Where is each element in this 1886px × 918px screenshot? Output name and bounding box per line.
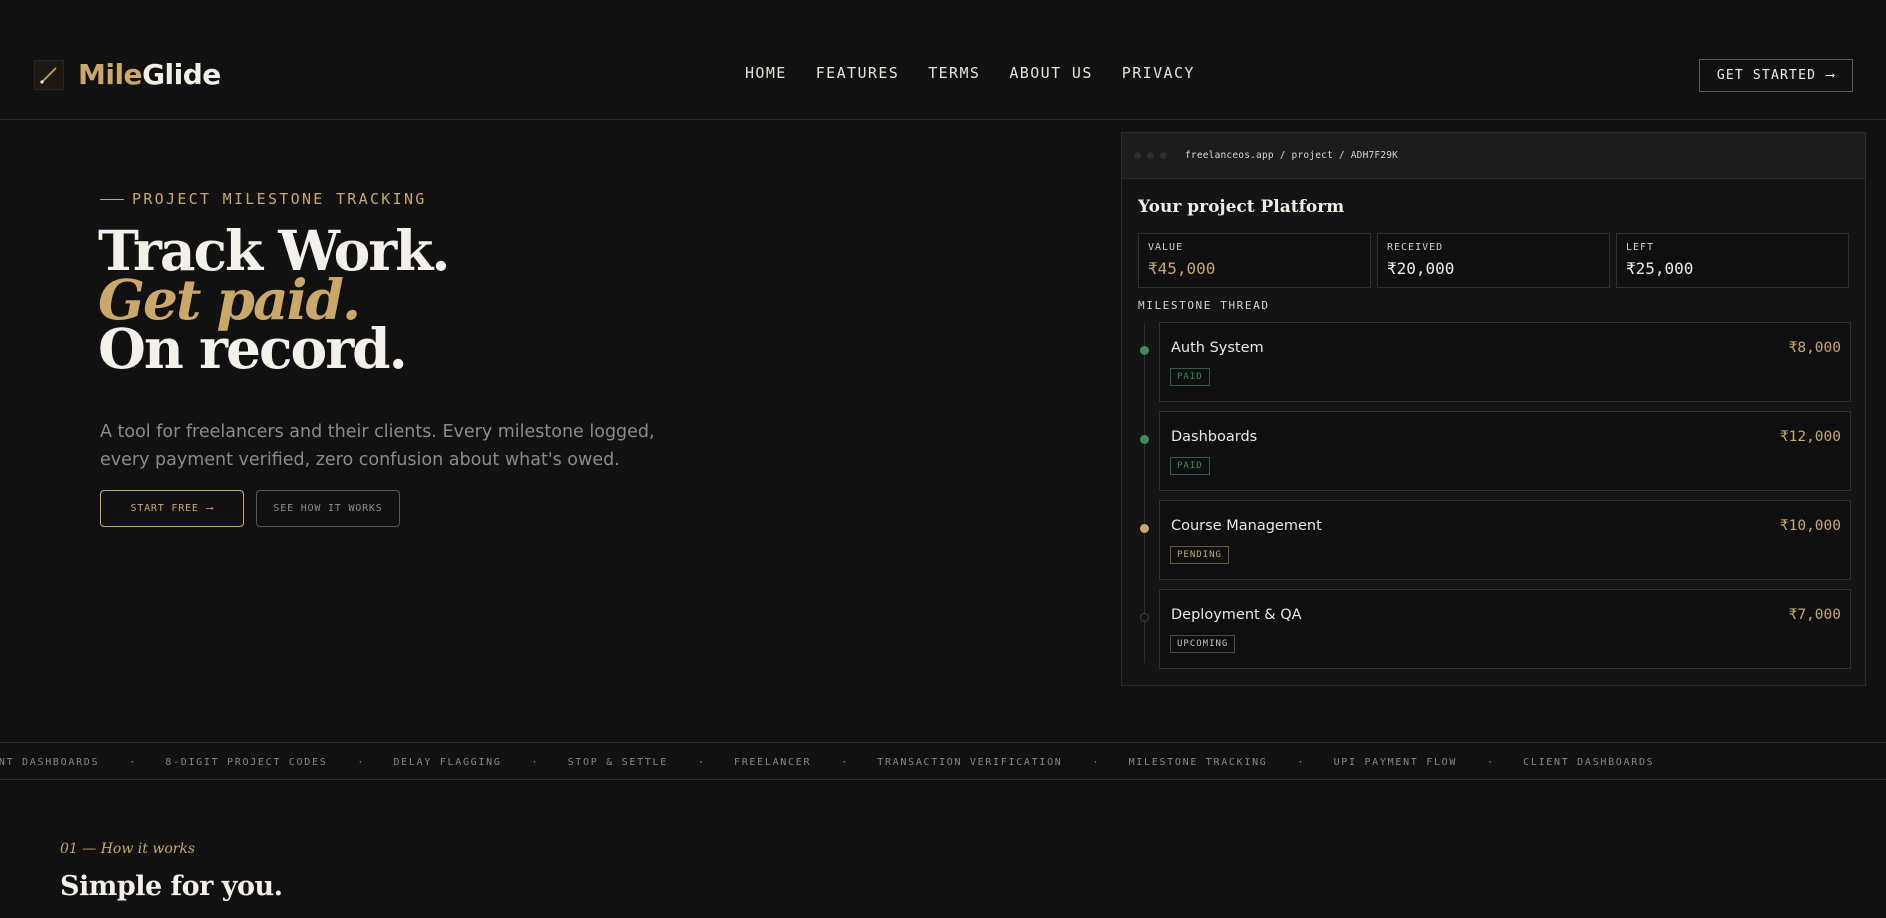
milestone-title: Dashboards — [1171, 429, 1258, 445]
section-eyebrow: 01 — How it works — [60, 841, 196, 857]
ticker-item: STOP & SETTLE — [567, 756, 668, 768]
app-preview: freelanceos.app / project / ADH7F29K You… — [1121, 132, 1866, 686]
milestone-item[interactable]: Dashboards ₹12,000 PAID — [1159, 411, 1851, 491]
stat-value: VALUE ₹45,000 — [1138, 233, 1371, 288]
preview-title: Your project Platform — [1138, 197, 1345, 217]
stat-received: RECEIVED ₹20,000 — [1377, 233, 1610, 288]
brand-glide: Glide — [142, 58, 221, 91]
ticker-track: CLIENT DASHBOARDS · 8-DIGIT PROJECT CODE… — [0, 743, 1655, 779]
site-header: MileGlide HOME FEATURES TERMS ABOUT US P… — [0, 0, 1886, 120]
ticker-separator: · — [531, 756, 538, 768]
timeline-line — [1144, 323, 1145, 663]
milestone-thread-label: MILESTONE THREAD — [1138, 299, 1270, 312]
milestone-title: Deployment & QA — [1171, 607, 1302, 623]
status-dot-icon — [1140, 346, 1149, 355]
ticker-item: CLIENT DASHBOARDS — [0, 756, 100, 768]
ticker-item: DELAY FLAGGING — [393, 756, 502, 768]
get-started-button[interactable]: GET STARTED ⟶ — [1699, 59, 1853, 92]
nav-home[interactable]: HOME — [745, 64, 787, 82]
nav-about-us[interactable]: ABOUT US — [1009, 64, 1092, 82]
nav-terms[interactable]: TERMS — [928, 64, 980, 82]
ticker-separator: · — [841, 756, 848, 768]
stat-left: LEFT ₹25,000 — [1616, 233, 1849, 288]
ticker-item: TRANSACTION VERIFICATION — [877, 756, 1063, 768]
nav-privacy[interactable]: PRIVACY — [1122, 64, 1195, 82]
status-badge: UPCOMING — [1170, 635, 1236, 653]
ticker-separator: · — [357, 756, 364, 768]
arrow-right-icon: ⟶ — [206, 503, 214, 514]
headline-line-3: On record. — [98, 316, 408, 381]
milestone-item[interactable]: Auth System ₹8,000 PAID — [1159, 322, 1851, 402]
ticker-item: FREELANCER — [733, 756, 812, 768]
stat-label: LEFT — [1626, 242, 1655, 253]
brand-mile: Mile — [78, 58, 143, 91]
milestone-amount: ₹12,000 — [1779, 429, 1841, 445]
arrow-right-icon: ⟶ — [1826, 68, 1836, 83]
get-started-label: GET STARTED — [1716, 68, 1817, 83]
ticker-item: UPI PAYMENT FLOW — [1333, 756, 1458, 768]
milestone-title: Auth System — [1171, 340, 1264, 356]
section-title: Simple for you. — [60, 871, 283, 902]
start-free-label: START FREE — [130, 503, 199, 514]
milestone-amount: ₹8,000 — [1788, 340, 1841, 356]
ticker-separator: · — [1487, 756, 1494, 768]
ticker-separator: · — [129, 756, 136, 768]
stats-row: VALUE ₹45,000 RECEIVED ₹20,000 LEFT ₹25,… — [1138, 233, 1849, 288]
nav-features[interactable]: FEATURES — [816, 64, 899, 82]
ticker-separator: · — [1297, 756, 1304, 768]
status-badge: PENDING — [1170, 546, 1229, 564]
hero-eyebrow-text: PROJECT MILESTONE TRACKING — [132, 190, 427, 208]
hero-eyebrow: PROJECT MILESTONE TRACKING — [100, 190, 427, 208]
stat-amount: ₹45,000 — [1148, 259, 1216, 278]
feature-ticker: CLIENT DASHBOARDS · 8-DIGIT PROJECT CODE… — [0, 742, 1886, 780]
status-dot-icon — [1140, 524, 1149, 533]
ticker-item: MILESTONE TRACKING — [1128, 756, 1268, 768]
stat-label: RECEIVED — [1387, 242, 1444, 253]
milestone-amount: ₹7,000 — [1788, 607, 1841, 623]
milestone-amount: ₹10,000 — [1779, 518, 1841, 534]
window-dot-icon — [1134, 152, 1141, 159]
start-free-button[interactable]: START FREE ⟶ — [100, 490, 244, 527]
stat-label: VALUE — [1148, 242, 1184, 253]
brand-name: MileGlide — [78, 58, 221, 91]
pen-icon — [34, 59, 64, 90]
hero-headline: Track Work. Get paid. On record. — [98, 223, 450, 381]
main-nav: HOME FEATURES TERMS ABOUT US PRIVACY — [745, 64, 1195, 82]
status-dot-icon — [1140, 435, 1149, 444]
milestone-item[interactable]: Deployment & QA ₹7,000 UPCOMING — [1159, 589, 1851, 669]
window-dot-icon — [1160, 152, 1167, 159]
ticker-item: 8-DIGIT PROJECT CODES — [165, 756, 328, 768]
stat-amount: ₹25,000 — [1626, 259, 1694, 278]
status-badge: PAID — [1170, 457, 1210, 475]
see-how-it-works-button[interactable]: SEE HOW IT WORKS — [256, 490, 400, 527]
hero-subtext: A tool for freelancers and their clients… — [100, 422, 655, 470]
ticker-separator: · — [1092, 756, 1099, 768]
browser-bar: freelanceos.app / project / ADH7F29K — [1122, 133, 1865, 179]
status-dot-icon — [1140, 613, 1149, 622]
ticker-separator: · — [697, 756, 704, 768]
milestone-title: Course Management — [1171, 518, 1322, 534]
logo[interactable]: MileGlide — [34, 58, 221, 91]
window-dot-icon — [1147, 152, 1154, 159]
milestone-item[interactable]: Course Management ₹10,000 PENDING — [1159, 500, 1851, 580]
stat-amount: ₹20,000 — [1387, 259, 1455, 278]
eyebrow-line — [100, 198, 124, 200]
url-text: freelanceos.app / project / ADH7F29K — [1185, 150, 1399, 161]
status-badge: PAID — [1170, 368, 1210, 386]
ticker-item: CLIENT DASHBOARDS — [1523, 756, 1655, 768]
